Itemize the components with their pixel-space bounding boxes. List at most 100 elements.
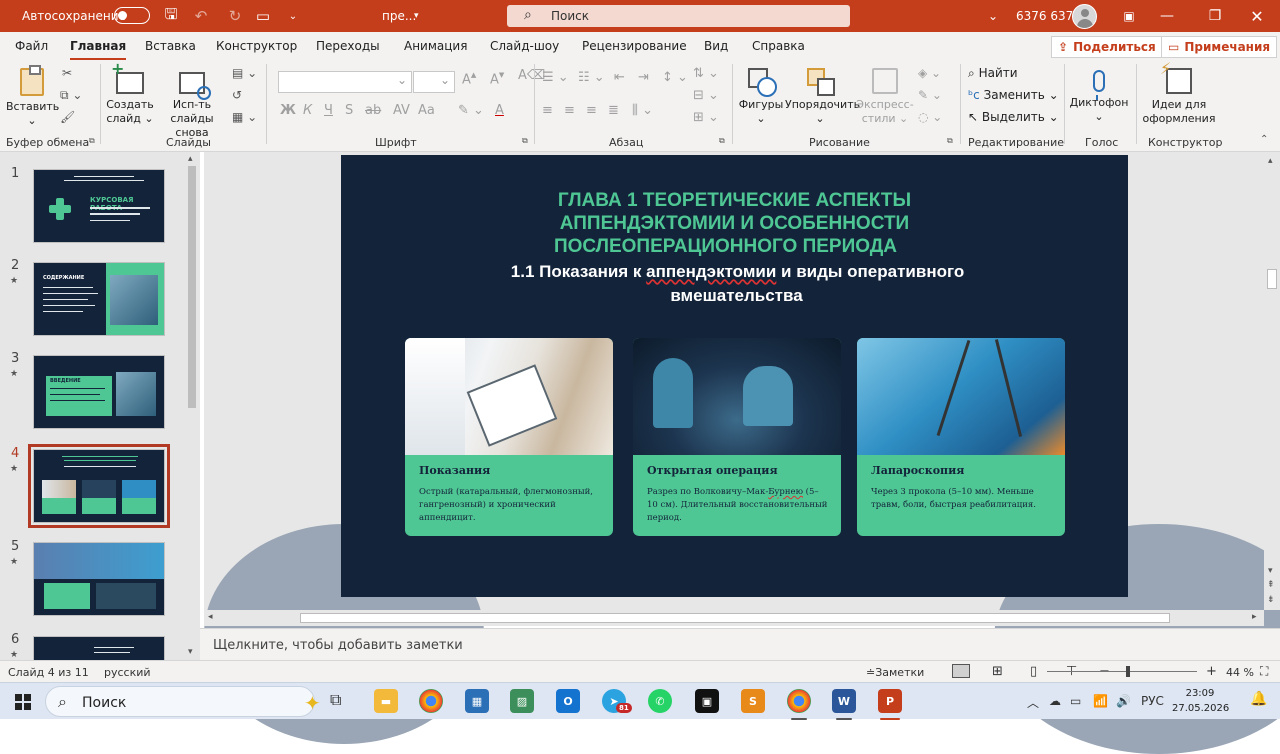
powerpoint-icon[interactable]: P — [878, 689, 902, 720]
slide-thumbnail-2[interactable]: СОДЕРЖАНИЕ — [33, 262, 165, 336]
scroll-up-icon[interactable]: ▴ — [1268, 156, 1273, 166]
battery-icon[interactable]: ▭ — [1070, 694, 1081, 708]
sublime-icon[interactable]: S — [741, 689, 765, 713]
search-box[interactable]: ⌕ Поиск — [507, 5, 850, 27]
tab-help[interactable]: Справка — [752, 39, 805, 53]
section-icon[interactable]: ▦ ⌄ — [232, 110, 257, 124]
volume-icon[interactable]: 🔊 — [1116, 694, 1131, 708]
photos-icon[interactable]: ▨ — [510, 689, 534, 713]
shape-outline-icon[interactable]: ✎ ⌄ — [918, 88, 942, 102]
underline-icon[interactable]: Ч — [324, 103, 333, 118]
customize-chevron-icon[interactable]: ⌄ — [280, 0, 306, 32]
decrease-indent-icon[interactable]: ⇤ — [614, 70, 625, 85]
current-slide[interactable]: ГЛАВА 1 ТЕОРЕТИЧЕСКИЕ АСПЕКТЫ АППЕНДЭКТО… — [341, 155, 1128, 597]
font-family-select[interactable] — [278, 71, 412, 93]
change-case-icon[interactable]: Aa — [418, 103, 435, 118]
avatar[interactable] — [1072, 4, 1097, 29]
canvas-scroll-thumb[interactable] — [1267, 269, 1277, 289]
paste-button[interactable]: Вставить ⌄ — [6, 65, 59, 128]
font-launcher-icon[interactable]: ⧉ — [522, 136, 528, 146]
scroll-up-icon[interactable]: ▴ — [188, 154, 193, 164]
dictate-button[interactable]: Диктофон ⌄ — [1068, 68, 1130, 124]
scroll-down-icon[interactable]: ▾ — [188, 647, 193, 657]
tab-transitions[interactable]: Переходы — [316, 39, 380, 53]
fit-to-window-icon[interactable]: ⛶ — [1260, 664, 1268, 679]
bold-icon[interactable]: Ж — [280, 103, 296, 118]
reading-view-icon[interactable]: ▯ — [1030, 664, 1037, 679]
drive-icon[interactable]: ☁ — [1049, 694, 1061, 708]
new-slide-button[interactable]: Создатьслайд ⌄ — [104, 62, 156, 126]
numbering-icon[interactable]: ☷ ⌄ — [578, 70, 605, 85]
align-text-icon[interactable]: ⊟ ⌄ — [693, 88, 719, 103]
arrange-button[interactable]: Упорядочить ⌄ — [785, 68, 860, 126]
strikethrough-icon[interactable]: ab — [365, 103, 381, 118]
zoom-slider[interactable] — [1047, 671, 1197, 672]
zoom-slider-knob[interactable] — [1126, 666, 1130, 677]
columns-icon[interactable]: ⫼ ⌄ — [632, 103, 653, 118]
format-painter-icon[interactable]: 🖌 — [60, 110, 75, 124]
tab-view[interactable]: Вид — [704, 39, 728, 53]
whatsapp-icon[interactable]: ✆ — [648, 689, 672, 713]
align-left-icon[interactable]: ≡ — [542, 103, 553, 118]
document-name[interactable]: пре... — [382, 0, 416, 32]
tab-animations[interactable]: Анимация — [404, 39, 467, 53]
layout-icon[interactable]: ▤ ⌄ — [232, 66, 257, 80]
slide-thumbnail-6[interactable] — [33, 636, 165, 660]
undo-icon[interactable]: ↶ — [188, 0, 214, 32]
card-laparoscopy[interactable]: Лапароскопия Через 3 прокола (5–10 мм). … — [857, 338, 1065, 536]
italic-icon[interactable]: К — [303, 103, 312, 118]
slide-thumbnail-5[interactable] — [33, 542, 165, 616]
thumbnail-scrollbar[interactable] — [186, 152, 198, 660]
store-icon[interactable]: ▦ — [465, 689, 489, 713]
tab-design[interactable]: Конструктор — [216, 39, 297, 53]
find-button[interactable]: ⌕ Найти — [968, 66, 1018, 81]
paragraph-launcher-icon[interactable]: ⧉ — [719, 136, 725, 146]
tab-review[interactable]: Рецензирование — [582, 39, 687, 53]
quick-styles-button[interactable]: Экспресс-стили ⌄ — [856, 68, 914, 126]
justify-icon[interactable]: ≣ — [608, 103, 619, 118]
tab-home[interactable]: Главная — [70, 39, 127, 61]
cut-icon[interactable]: ✂ — [62, 66, 72, 80]
bullets-icon[interactable]: ☰ ⌄ — [542, 70, 569, 85]
increase-indent-icon[interactable]: ⇥ — [638, 70, 649, 85]
shapes-button[interactable]: Фигуры ⌄ — [738, 68, 784, 126]
save-icon[interactable]: 🖫 — [158, 0, 184, 32]
redo-icon[interactable]: ↻ — [222, 0, 248, 32]
card-indications[interactable]: Показания Острый (катаральный, флегмоноз… — [405, 338, 613, 536]
chrome-icon[interactable] — [419, 689, 443, 713]
canvas-horizontal-scrollbar[interactable] — [204, 610, 1264, 626]
tab-file[interactable]: Файл — [15, 39, 48, 53]
scroll-down-icon[interactable]: ▾ — [1268, 566, 1273, 576]
font-size-select[interactable] — [413, 71, 455, 93]
align-right-icon[interactable]: ≡ — [586, 103, 597, 118]
language-indicator[interactable]: русский — [104, 666, 151, 679]
notes-button[interactable]: ≐Заметки — [866, 666, 924, 679]
autosave-toggle[interactable] — [114, 7, 150, 24]
scroll-right-icon[interactable]: ▸ — [1252, 612, 1257, 622]
line-spacing-icon[interactable]: ↕ ⌄ — [662, 70, 688, 85]
card-open-surgery[interactable]: Открытая операция Разрез по Волковичу–Ма… — [633, 338, 841, 536]
shape-fill-icon[interactable]: ◈ ⌄ — [918, 66, 941, 80]
outlook-icon[interactable]: O — [556, 689, 580, 713]
shape-effects-icon[interactable]: ◌ ⌄ — [918, 110, 942, 124]
previous-slide-icon[interactable]: ⇞ — [1267, 580, 1275, 590]
word-icon[interactable]: W — [832, 689, 856, 720]
designer-button[interactable]: Идеи дляоформления — [1140, 62, 1218, 126]
telegram-icon[interactable]: ➤ 81 — [602, 689, 632, 713]
notes-pane[interactable]: Щелкните, чтобы добавить заметки — [200, 628, 1280, 660]
canvas-vertical-scrollbar[interactable] — [1264, 152, 1280, 610]
comments-button[interactable]: ▭ Примечания — [1161, 36, 1278, 58]
task-view-icon[interactable]: ⧉ — [330, 690, 341, 710]
zoom-in-icon[interactable]: + — [1206, 664, 1217, 679]
reuse-slides-button[interactable]: Исп-ть слайды снова — [158, 68, 226, 140]
next-slide-icon[interactable]: ⇟ — [1267, 595, 1275, 605]
tab-insert[interactable]: Вставка — [145, 39, 196, 53]
slide-thumbnail-4[interactable] — [28, 444, 170, 528]
close-icon[interactable]: ✕ — [1234, 0, 1280, 32]
text-direction-icon[interactable]: ⇅ ⌄ — [693, 66, 719, 81]
more-chevron-icon[interactable]: ⌄ — [980, 0, 1006, 32]
font-color-icon[interactable]: A — [495, 103, 504, 118]
align-center-icon[interactable]: ≡ — [564, 103, 575, 118]
slide-thumbnail-3[interactable]: ВВЕДЕНИЕ — [33, 355, 165, 429]
network-icon[interactable]: 📶 — [1093, 694, 1108, 708]
